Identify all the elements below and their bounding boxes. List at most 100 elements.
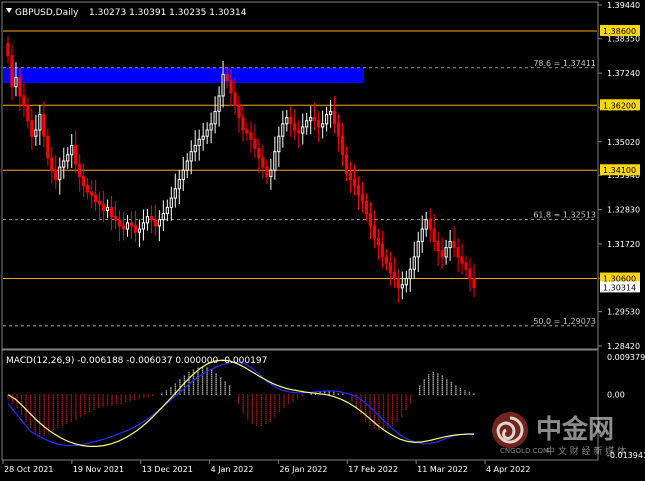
candle-body <box>301 126 305 134</box>
fib-label: 78.6 = 1.37411 <box>533 59 596 68</box>
candle-body <box>253 138 257 150</box>
candle-body <box>325 114 329 125</box>
ohlc-readout: 1.30273 1.30391 1.30235 1.30314 <box>89 8 247 18</box>
candle-body <box>333 110 337 125</box>
time-tick-label: 4 Apr 2022 <box>486 465 530 474</box>
candle-body <box>62 160 66 168</box>
macd-main-line <box>7 361 475 447</box>
level-price-tag: 1.38600 <box>603 27 636 36</box>
candle-body <box>14 76 18 88</box>
supply-zone-rect <box>3 67 364 83</box>
candle-body <box>169 197 173 208</box>
price-tick-label: 1.31720 <box>607 240 640 249</box>
watermark-brand: 中金网 <box>536 414 614 445</box>
candle-body <box>360 194 365 202</box>
candle-body <box>273 151 277 171</box>
candle-body <box>209 123 213 131</box>
candle-body <box>141 222 146 230</box>
price-tick-label: 1.28420 <box>607 342 640 351</box>
time-tick-label: 26 Jan 2022 <box>279 465 327 474</box>
chart-header: GBPUSD,Daily 1.30273 1.30391 1.30235 1.3… <box>6 8 247 18</box>
candle-body <box>424 219 428 230</box>
candle-body <box>436 240 440 252</box>
candle-body <box>217 95 221 112</box>
candle-body <box>30 120 34 137</box>
current-price-tag: 1.30314 <box>603 283 636 292</box>
candle-body <box>432 228 436 242</box>
candle-body <box>74 144 78 165</box>
candle-body <box>444 247 448 258</box>
price-tick-label: 1.29530 <box>607 308 640 317</box>
watermark: 中金网 CNGOLD.COM 中 文 财 经 新 媒 体 <box>492 412 626 457</box>
candle-body <box>18 76 22 97</box>
candle-body <box>404 278 408 286</box>
candle-body <box>78 163 82 177</box>
candle-body <box>117 219 122 227</box>
candle-body <box>101 203 106 211</box>
candle-body <box>26 104 30 122</box>
candle-body <box>38 114 42 131</box>
candle-body <box>400 284 404 289</box>
collapse-triangle-icon[interactable] <box>6 8 12 13</box>
time-tick-label: 17 Feb 2022 <box>348 465 398 474</box>
candle-body <box>6 42 10 57</box>
price-tick-label: 1.35020 <box>607 138 640 147</box>
level-price-tag: 1.36200 <box>603 101 636 110</box>
candle-body <box>472 278 476 289</box>
time-tick-label: 13 Dec 2021 <box>142 465 193 474</box>
candle-body <box>348 172 353 181</box>
candle-body <box>464 262 468 270</box>
candle-body <box>173 188 177 199</box>
candle-body <box>185 160 189 171</box>
candle-body <box>261 157 265 168</box>
price-tick-label: 1.39440 <box>607 1 640 10</box>
price-tick-label: 1.32830 <box>607 206 640 215</box>
candle-body <box>149 216 153 221</box>
time-tick-label: 4 Jan 2022 <box>211 465 254 474</box>
price-tick-label: 1.38350 <box>607 35 640 44</box>
watermark-slogan: 中 文 财 经 新 媒 体 <box>546 445 626 457</box>
candle-body <box>380 244 384 258</box>
candle-body <box>94 194 98 202</box>
candle-body <box>265 166 269 177</box>
candle-body <box>281 123 285 137</box>
candle-body <box>22 95 26 106</box>
candle-body <box>153 219 157 227</box>
watermark-url: CNGOLD.COM <box>500 447 549 455</box>
candle-body <box>189 151 193 162</box>
price-tick-label: 1.37240 <box>607 69 640 78</box>
candle-body <box>161 213 165 221</box>
candle-body <box>237 104 241 119</box>
candle-body <box>245 129 249 134</box>
candle-body <box>376 237 381 246</box>
candle-body <box>109 206 114 218</box>
candle-body <box>321 123 325 128</box>
candle-body <box>137 228 142 233</box>
time-tick-label: 19 Nov 2021 <box>73 465 124 474</box>
candle-body <box>412 256 416 270</box>
candle-body <box>392 271 396 280</box>
candle-body <box>86 185 90 193</box>
candle-body <box>364 200 369 215</box>
candle-body <box>10 55 14 88</box>
fib-label: 61.8 = 1.32513 <box>533 210 596 219</box>
candle-body <box>98 200 102 205</box>
candle-body <box>297 129 301 134</box>
candle-body <box>58 166 62 181</box>
candle-body <box>352 179 357 187</box>
spiral-logo-icon <box>492 412 528 448</box>
candle-body <box>340 135 345 156</box>
price-panel-frame <box>1 1 599 350</box>
candle-body <box>329 110 333 116</box>
candle-body <box>42 114 46 137</box>
candle-body <box>384 256 388 264</box>
macd-axis-label: 0.009379 <box>607 353 645 362</box>
candle-body <box>241 117 245 131</box>
candle-body <box>336 123 341 137</box>
candle-body <box>452 240 456 249</box>
time-axis: 28 Oct 2021 19 Nov 2021 13 Dec 2021 4 Jan 2… <box>2 460 530 474</box>
candle-body <box>82 175 86 187</box>
candle-body <box>193 144 197 153</box>
candle-body <box>133 225 138 233</box>
macd-signal-line <box>7 359 474 447</box>
